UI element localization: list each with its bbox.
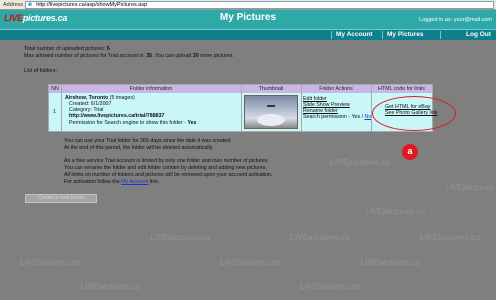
free-note-1: As a free service Trial account is limit… [64, 158, 269, 164]
ie-page-icon: e [28, 0, 33, 8]
my-account-link[interactable]: My Account [121, 179, 148, 185]
watermark: LIVEpictures.ca [150, 233, 211, 242]
search-permission: Search permission - Yes / No [303, 114, 372, 120]
watermark: LIVEpictures.ca [445, 183, 496, 192]
watermark: LIVEpictures.ca [20, 258, 81, 267]
col-thumbnail: Thumbnail [258, 86, 284, 92]
activation-note: For activation follow the My Account lin… [64, 179, 160, 185]
login-status: Logged in as: your@mail.com [419, 17, 492, 23]
watermark: LIVEpictures.ca [365, 207, 426, 216]
col-folder-actions: Folder Actions [319, 86, 353, 92]
watermark: LIVEpictures.ca [300, 282, 361, 291]
address-bar: Address e http://livepictures.ca/asp/sho… [0, 0, 496, 10]
address-input[interactable]: e http://livepictures.ca/asp/showMyPictu… [25, 0, 494, 9]
folder-permission: Permission for Search engine to show thi… [69, 120, 197, 126]
watermark: LIVEpictures.ca [220, 258, 281, 267]
free-note-2: You can rename the folder and edit folde… [64, 165, 267, 171]
address-label: Address [3, 1, 24, 8]
annotation-badge: a [402, 144, 418, 160]
nav-separator [331, 31, 332, 39]
watermark: LIVEpictures.ca [290, 233, 351, 242]
watermark: LIVEpictures.ca [360, 258, 421, 267]
free-note-3: All limits on number of folders and pict… [64, 172, 273, 178]
col-html-code: HTML code for links [378, 86, 425, 92]
highlight-oval [372, 96, 456, 131]
trial-note-2: At the end of this period, the folder wi… [64, 145, 214, 151]
folder-thumbnail[interactable] [244, 95, 298, 129]
column-divider [241, 85, 242, 131]
address-url[interactable]: http://livepictures.ca/asp/showMyPicture… [36, 2, 147, 8]
nav-my-account[interactable]: My Account [336, 31, 373, 38]
trial-note-1: You can use your Trial folder for 365 da… [64, 138, 232, 144]
list-label: List of folders: [24, 68, 57, 74]
top-nav: My Account My Pictures Log Out [0, 29, 496, 40]
watermark: LIVEpictures.ca [330, 158, 391, 167]
folder-url[interactable]: http://www.livepictures.ca/trial/788837 [69, 113, 164, 119]
col-nn: NN [51, 86, 59, 92]
row-number: 1 [53, 109, 56, 115]
nav-separator [382, 31, 383, 39]
create-folder-button[interactable]: Create a new folder [25, 194, 97, 203]
column-divider [61, 85, 62, 131]
nav-log-out[interactable]: Log Out [466, 31, 491, 38]
column-divider [371, 85, 372, 131]
column-divider [301, 85, 302, 131]
nav-my-pictures[interactable]: My Pictures [387, 31, 424, 38]
nav-separator [440, 31, 441, 39]
thumbnail-smoke [257, 114, 285, 126]
uploaded-summary: Total number of uploaded pictures: 5 [24, 46, 110, 52]
thumbnail-plane [267, 105, 275, 107]
site-header: LIVEpictures.ca My Pictures Logged in as… [0, 10, 496, 29]
col-folder-info: Folder information [129, 86, 173, 92]
max-summary: Max allowed number of pictures for Trial… [24, 53, 234, 59]
watermark: LIVEpictures.ca [80, 282, 141, 291]
watermark: LIVEpictures.ca [420, 233, 481, 242]
